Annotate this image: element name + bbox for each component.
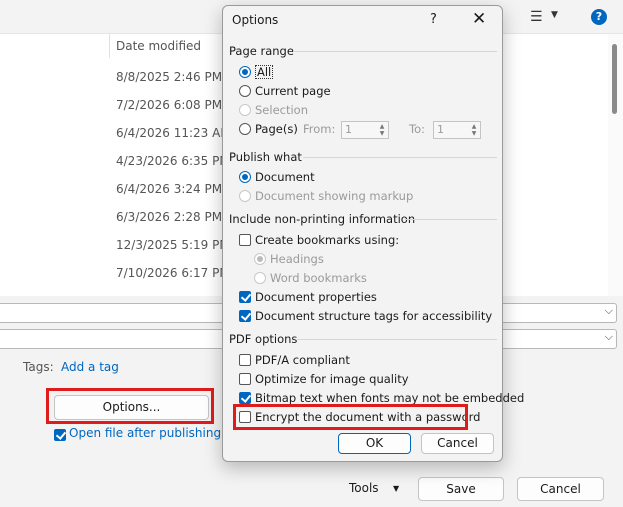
chevron-down-icon[interactable]: ⌵ xyxy=(605,330,613,344)
page-range-current-label[interactable]: Current page xyxy=(255,84,331,98)
bitmap-text-checkbox[interactable] xyxy=(239,392,251,404)
view-list-icon[interactable]: ☰ xyxy=(530,9,543,25)
open-after-publish-checkbox[interactable] xyxy=(54,429,66,441)
add-tag-link[interactable]: Add a tag xyxy=(61,360,119,374)
ok-button[interactable]: OK xyxy=(338,433,411,454)
from-label: From: xyxy=(303,122,336,136)
publish-document-label[interactable]: Document xyxy=(255,170,315,184)
to-page-value: 1 xyxy=(437,123,444,136)
encrypt-option-highlight xyxy=(233,404,468,430)
bookmarks-word-label: Word bookmarks xyxy=(270,271,367,285)
file-date-cell: 6/4/2026 3:24 PM xyxy=(116,182,223,196)
page-range-current-radio[interactable] xyxy=(239,85,251,97)
to-page-stepper: 1 ▲ ▼ xyxy=(433,121,481,139)
options-dialog: Options ? ✕ Page range All Current page … xyxy=(222,5,524,462)
doc-properties-checkbox[interactable] xyxy=(239,291,251,303)
file-date-cell: 12/3/2025 5:19 PM xyxy=(116,238,230,252)
view-dropdown-chevron-icon[interactable]: ▼ xyxy=(551,10,558,20)
publish-markup-label: Document showing markup xyxy=(255,189,414,203)
bitmap-text-label[interactable]: Bitmap text when fonts may not be embedd… xyxy=(255,391,524,405)
non-printing-heading: Include non-printing information xyxy=(229,212,416,226)
pdf-options-heading: PDF options xyxy=(229,332,298,346)
bookmarks-word-radio xyxy=(254,272,266,284)
tools-dropdown-icon[interactable]: ▼ xyxy=(393,484,399,493)
create-bookmarks-checkbox[interactable] xyxy=(239,234,251,246)
from-page-stepper: 1 ▲ ▼ xyxy=(341,121,389,139)
page-range-selection-radio xyxy=(239,104,251,116)
pdfa-label[interactable]: PDF/A compliant xyxy=(255,353,350,367)
publish-what-heading: Publish what xyxy=(229,150,302,164)
file-date-cell: 6/3/2026 2:28 PM xyxy=(116,210,223,224)
optimize-image-checkbox[interactable] xyxy=(239,373,251,385)
file-date-cell: 7/2/2026 6:08 PM xyxy=(116,98,223,112)
structure-tags-checkbox[interactable] xyxy=(239,310,251,322)
stepper-down-icon: ▼ xyxy=(379,130,385,137)
tags-label: Tags: xyxy=(23,360,54,374)
bookmarks-headings-label: Headings xyxy=(270,252,324,266)
pdfa-checkbox[interactable] xyxy=(239,354,251,366)
options-button-highlight xyxy=(46,388,214,424)
page-range-all-radio[interactable] xyxy=(239,66,251,78)
group-divider xyxy=(293,51,497,52)
help-icon[interactable]: ? xyxy=(430,12,437,27)
structure-tags-label[interactable]: Document structure tags for accessibilit… xyxy=(255,309,492,323)
group-divider xyxy=(297,339,497,340)
stepper-up-icon: ▲ xyxy=(471,123,477,130)
page-range-selection-label: Selection xyxy=(255,103,308,117)
cancel-button[interactable]: Cancel xyxy=(517,477,604,501)
group-divider xyxy=(303,157,497,158)
chevron-down-icon[interactable]: ⌵ xyxy=(605,304,613,318)
file-date-cell: 4/23/2026 6:35 PM xyxy=(116,154,230,168)
date-modified-column-header[interactable]: Date modified xyxy=(116,39,201,53)
publish-document-radio[interactable] xyxy=(239,171,251,183)
dialog-cancel-button[interactable]: Cancel xyxy=(421,433,494,454)
create-bookmarks-label[interactable]: Create bookmarks using: xyxy=(255,233,399,247)
doc-properties-label[interactable]: Document properties xyxy=(255,290,377,304)
dialog-title: Options xyxy=(232,13,279,27)
file-date-cell: 7/10/2026 6:17 PM xyxy=(116,266,230,280)
stepper-up-icon: ▲ xyxy=(379,123,385,130)
optimize-image-label[interactable]: Optimize for image quality xyxy=(255,372,409,386)
file-date-cell: 8/8/2025 2:46 PM xyxy=(116,70,223,84)
close-icon[interactable]: ✕ xyxy=(472,9,486,29)
page-range-heading: Page range xyxy=(229,44,294,58)
column-separator[interactable] xyxy=(109,34,110,58)
stepper-down-icon: ▼ xyxy=(471,130,477,137)
publish-markup-radio xyxy=(239,190,251,202)
file-date-cell: 6/4/2026 11:23 AM xyxy=(116,126,231,140)
tools-menu[interactable]: Tools xyxy=(349,481,379,495)
from-page-value: 1 xyxy=(345,123,352,136)
page-range-pages-radio[interactable] xyxy=(239,123,251,135)
help-icon[interactable]: ? xyxy=(591,9,607,25)
page-range-all-label[interactable]: All xyxy=(255,65,274,79)
save-button[interactable]: Save xyxy=(418,477,504,501)
bookmarks-headings-radio xyxy=(254,253,266,265)
open-after-publish-label[interactable]: Open file after publishing xyxy=(69,426,221,440)
group-divider xyxy=(405,219,497,220)
page-range-pages-label[interactable]: Page(s) xyxy=(255,122,298,136)
scrollbar-thumb[interactable] xyxy=(612,44,617,114)
to-label: To: xyxy=(409,122,425,136)
